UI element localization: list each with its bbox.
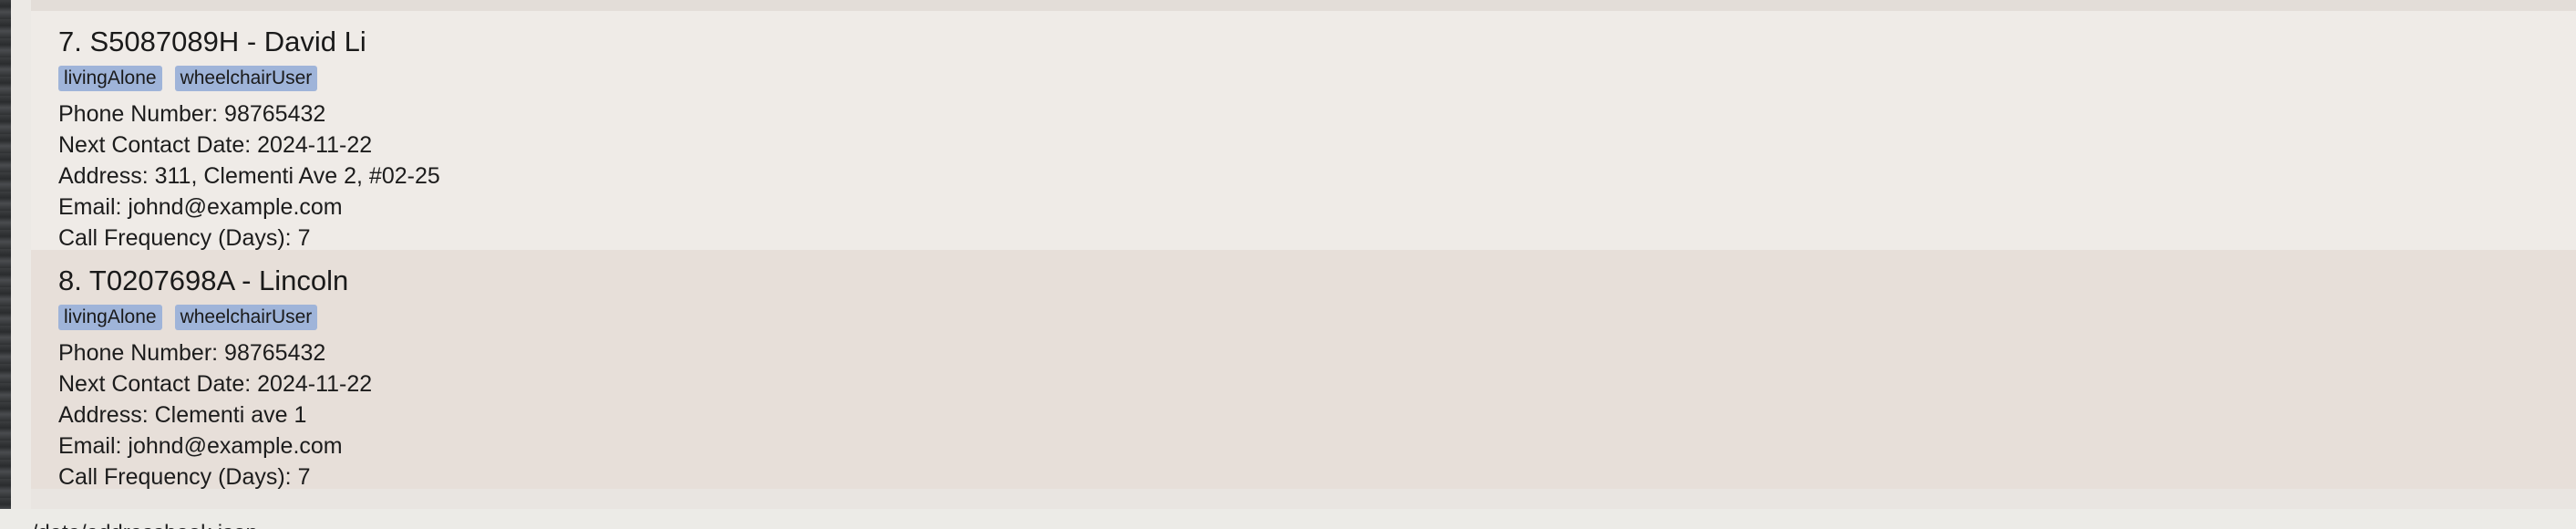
- email-field: Email: johnd@example.com: [58, 433, 343, 459]
- tag-badge: wheelchairUser: [174, 305, 318, 330]
- previous-card-edge: [31, 0, 2576, 11]
- person-card[interactable]: 8. T0207698A - Lincoln livingAlone wheel…: [31, 250, 2576, 490]
- call-frequency-field: Call Frequency (Days): 7: [58, 225, 311, 251]
- tag-list: livingAlone wheelchairUser: [58, 64, 2576, 93]
- person-card[interactable]: 7. S5087089H - David Li livingAlone whee…: [31, 11, 2576, 251]
- phone-field: Phone Number: 98765432: [58, 101, 326, 127]
- list-gutter: [11, 0, 31, 529]
- tag-badge: livingAlone: [58, 305, 162, 330]
- status-bar: ./data/addressbook.json: [0, 509, 2576, 529]
- address-field: Address: Clementi ave 1: [58, 402, 307, 428]
- phone-field: Phone Number: 98765432: [58, 340, 326, 366]
- email-field: Email: johnd@example.com: [58, 194, 343, 220]
- tag-badge: wheelchairUser: [174, 66, 318, 91]
- tag-badge: livingAlone: [58, 66, 162, 91]
- tag-list: livingAlone wheelchairUser: [58, 303, 2576, 332]
- person-card-title: 7. S5087089H - David Li: [58, 26, 366, 57]
- next-contact-field: Next Contact Date: 2024-11-22: [58, 132, 373, 158]
- next-contact-field: Next Contact Date: 2024-11-22: [58, 371, 373, 397]
- desktop-edge: [0, 0, 11, 529]
- person-card-title: 8. T0207698A - Lincoln: [58, 264, 349, 296]
- call-frequency-field: Call Frequency (Days): 7: [58, 464, 311, 490]
- address-field: Address: 311, Clementi Ave 2, #02-25: [58, 163, 440, 189]
- status-bar-filepath: ./data/addressbook.json: [26, 520, 258, 529]
- person-list[interactable]: 7. S5087089H - David Li livingAlone whee…: [31, 11, 2576, 490]
